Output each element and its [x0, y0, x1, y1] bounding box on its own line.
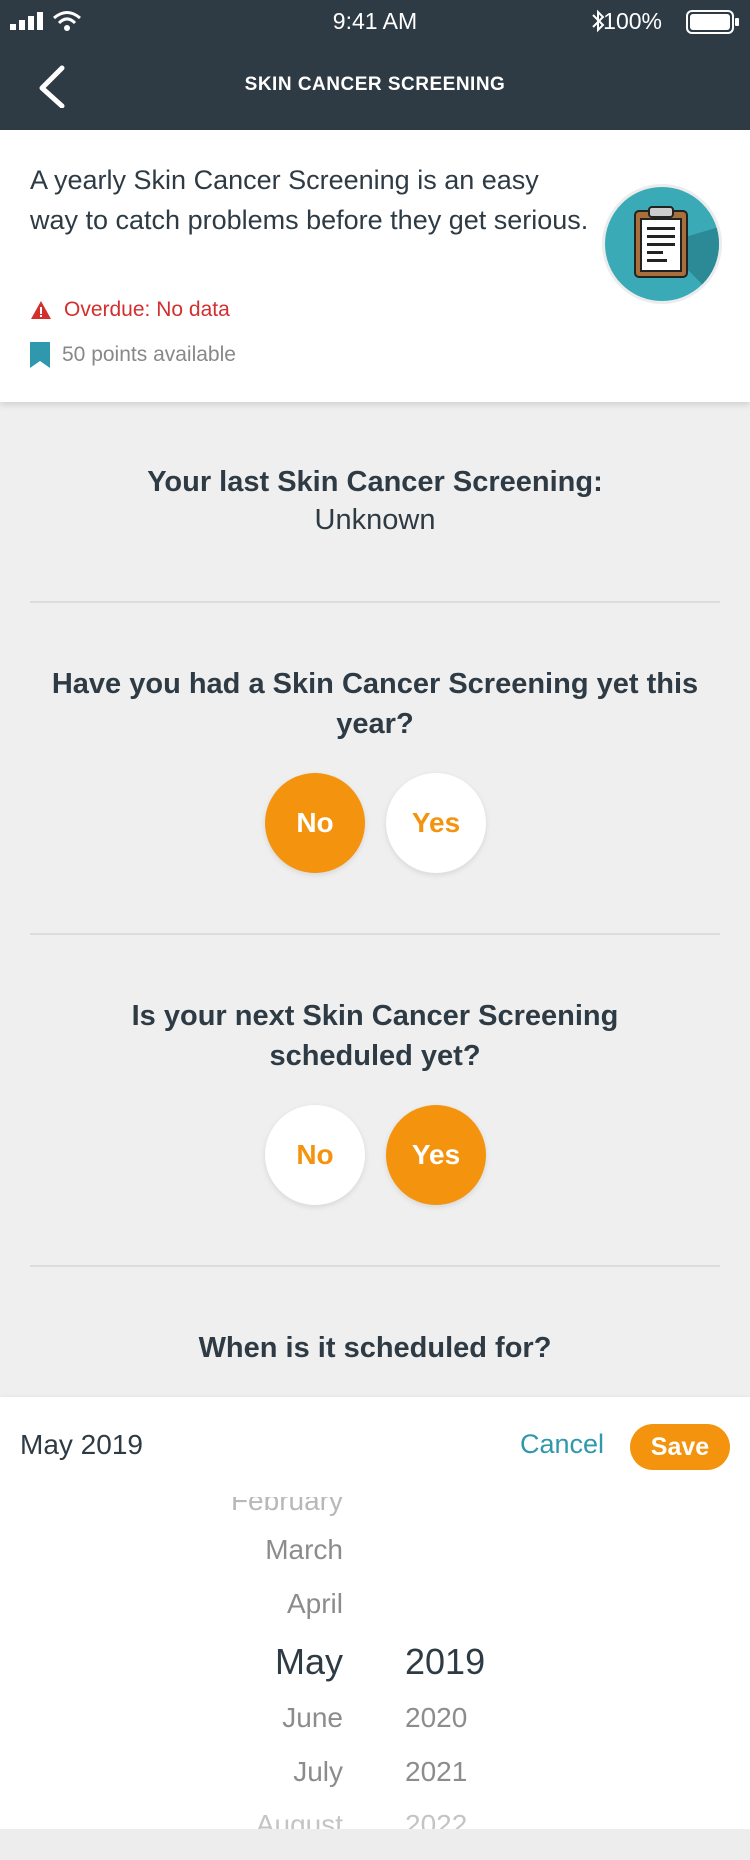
question-screening-this-year: Have you had a Skin Cancer Screening yet…: [51, 668, 699, 740]
clipboard-avatar: [602, 184, 722, 304]
bookmark-icon: [30, 342, 50, 368]
bottom-bar: [0, 1829, 750, 1860]
date-picker-toolbar: May 2019 Cancel Save: [0, 1397, 750, 1497]
year-option-selected[interactable]: 2019: [405, 1641, 485, 1683]
q2-no-button[interactable]: No: [265, 1105, 365, 1205]
last-screening-value: Unknown: [314, 504, 436, 536]
battery-percent: 100%: [603, 8, 662, 34]
divider: [30, 933, 720, 935]
question-next-scheduled: Is your next Skin Cancer Screening sched…: [131, 1000, 619, 1072]
month-option-selected[interactable]: May: [275, 1641, 343, 1683]
year-option[interactable]: 2022: [405, 1809, 467, 1829]
q1-yes-button[interactable]: Yes: [386, 773, 486, 873]
month-option[interactable]: August: [256, 1809, 343, 1829]
q2-yes-button[interactable]: Yes: [386, 1105, 486, 1205]
question-scheduled-for: When is it scheduled for?: [198, 1332, 552, 1364]
overdue-status: Overdue: No data: [30, 298, 230, 322]
date-picker-wheel[interactable]: February March April May June July Augus…: [0, 1497, 750, 1829]
divider: [30, 1265, 720, 1267]
picker-value: May 2019: [20, 1429, 143, 1460]
year-option[interactable]: 2020: [405, 1702, 467, 1734]
month-option[interactable]: July: [293, 1756, 343, 1788]
nav-bar: SKIN CANCER SCREENING: [0, 42, 750, 130]
page-title: SKIN CANCER SCREENING: [244, 74, 506, 95]
month-option[interactable]: March: [265, 1534, 343, 1566]
month-option[interactable]: April: [287, 1588, 343, 1620]
warning-icon: [31, 301, 51, 319]
points-label: 50 points available: [62, 343, 236, 366]
q1-no-button[interactable]: No: [265, 773, 365, 873]
month-option[interactable]: June: [282, 1702, 343, 1734]
status-bar: 9:41 AM 100%: [0, 0, 750, 42]
info-card: A yearly Skin Cancer Screening is an eas…: [0, 130, 750, 402]
last-screening-label: Your last Skin Cancer Screening:: [147, 466, 603, 498]
clipboard-icon: [634, 206, 719, 301]
overdue-label: Overdue: No data: [64, 298, 230, 321]
battery-icon: [686, 10, 739, 34]
divider: [30, 601, 720, 603]
save-button[interactable]: Save: [630, 1424, 730, 1470]
month-option[interactable]: February: [231, 1497, 343, 1517]
description-text: A yearly Skin Cancer Screening is an eas…: [30, 165, 589, 235]
year-option[interactable]: 2021: [405, 1756, 467, 1788]
cancel-button[interactable]: Cancel: [520, 1429, 604, 1460]
points-info: 50 points available: [30, 342, 236, 368]
